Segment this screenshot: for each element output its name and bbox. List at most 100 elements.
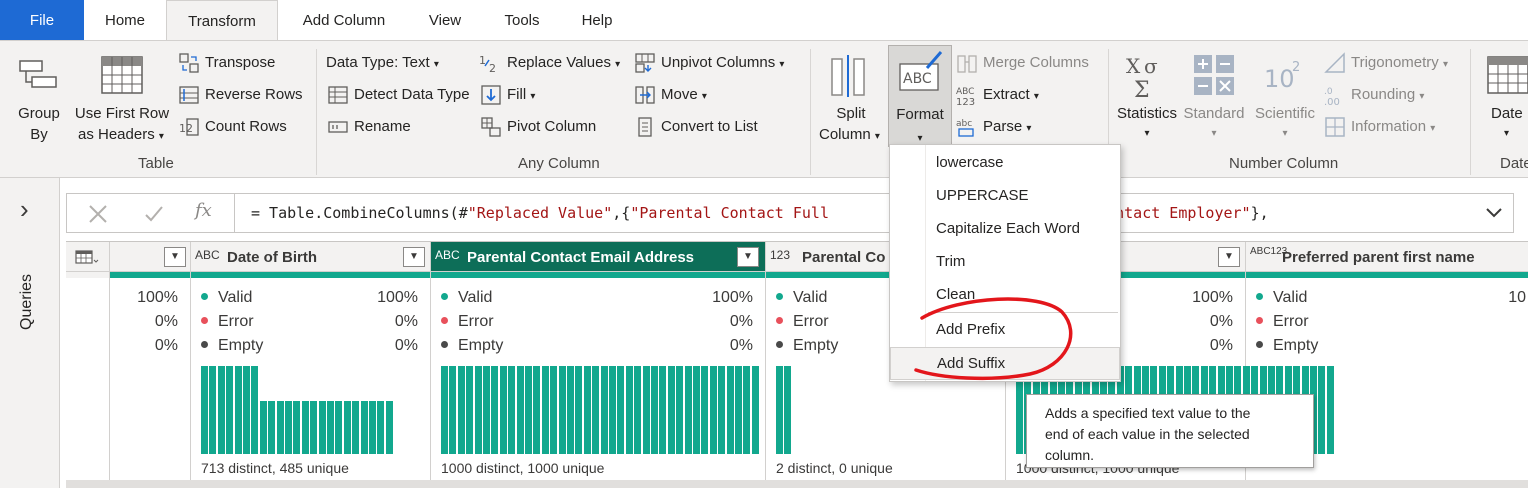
format-menu: lowercase UPPERCASE Capitalize Each Word… xyxy=(889,144,1121,382)
distribution-bar xyxy=(667,366,675,454)
queries-pane[interactable]: › xyxy=(0,178,60,488)
table-corner[interactable] xyxy=(66,242,110,488)
empty-dot-icon xyxy=(441,341,448,348)
distribution-bar xyxy=(693,366,700,454)
text-type-icon[interactable]: ABC xyxy=(435,248,460,262)
tab-transform[interactable]: Transform xyxy=(166,0,278,41)
menu-item-trim[interactable]: Trim xyxy=(890,245,1120,278)
number-type-icon[interactable]: 123 xyxy=(770,248,790,262)
chevron-down-icon: ▾ xyxy=(1282,128,1288,139)
chevron-down-icon: ▾ xyxy=(1144,128,1150,139)
scientific-label: Scientific xyxy=(1254,105,1316,122)
chevron-down-icon: ▾ xyxy=(701,91,707,102)
svg-text:Σ: Σ xyxy=(1134,78,1150,101)
pivot-column-label: Pivot Column xyxy=(507,118,597,135)
parse-icon: abc xyxy=(956,119,974,137)
move-label: Move ▾ xyxy=(661,86,707,103)
menu-item-add-suffix[interactable]: Add Suffix xyxy=(890,347,1120,380)
distribution-bar xyxy=(784,366,792,454)
distribution-bar xyxy=(600,366,608,454)
distribution-bar xyxy=(217,366,225,454)
column-header[interactable]: ▼ xyxy=(110,242,190,272)
empty-label: Empty xyxy=(776,337,838,355)
menu-item-lowercase[interactable]: lowercase xyxy=(890,146,1120,179)
distribution-bar xyxy=(327,401,334,454)
table-group-label: Table xyxy=(138,155,174,172)
convert-to-list-label: Convert to List xyxy=(661,118,758,135)
format-abc-icon: ABC xyxy=(899,51,943,91)
column-parental-contact-email[interactable]: ABC Parental Contact Email Address ▼ Val… xyxy=(431,242,766,488)
menu-item-uppercase[interactable]: UPPERCASE xyxy=(890,179,1120,212)
distribution-bar xyxy=(625,366,633,454)
detect-type-icon xyxy=(328,86,348,104)
format-label: Format xyxy=(896,106,944,123)
column-filter-button[interactable]: ▼ xyxy=(1218,247,1240,267)
format-button[interactable]: ABC Format ▾ xyxy=(888,45,952,147)
cancel-icon[interactable] xyxy=(87,203,109,225)
distribution-bar xyxy=(718,366,726,454)
svg-text:X: X xyxy=(1126,54,1141,78)
distribution-bar xyxy=(335,401,343,454)
distribution-bar xyxy=(659,366,667,454)
svg-text:ABC: ABC xyxy=(903,71,932,87)
check-icon[interactable] xyxy=(143,203,165,225)
valid-percent: 10 xyxy=(1508,289,1526,306)
distribution-bar xyxy=(293,401,301,454)
fx-icon[interactable]: fx xyxy=(195,200,212,221)
distribution-bar xyxy=(499,366,507,454)
column-filter-button[interactable]: ▼ xyxy=(164,247,186,267)
distribution-bar xyxy=(301,401,309,454)
tab-add-column[interactable]: Add Column xyxy=(284,0,404,40)
chevron-down-icon: ▾ xyxy=(1033,91,1039,102)
column-header-selected[interactable]: ABC Parental Contact Email Address ▼ xyxy=(431,242,765,272)
menu-item-clean[interactable]: Clean xyxy=(890,278,1120,311)
menu-item-capitalize-each-word[interactable]: Capitalize Each Word xyxy=(890,212,1120,245)
tab-file[interactable]: File xyxy=(0,0,84,40)
valid-dot-icon xyxy=(776,293,783,300)
valid-label: Valid xyxy=(776,289,827,307)
data-type-dropdown[interactable]: Data Type: Text ▾ xyxy=(326,54,439,74)
column-filter-button[interactable]: ▼ xyxy=(737,247,759,267)
table-menu-header[interactable] xyxy=(66,242,109,272)
valid-label: Valid xyxy=(201,289,252,307)
information-icon xyxy=(1325,117,1345,137)
distribution-bar xyxy=(360,401,368,454)
distribution-bar xyxy=(776,366,783,454)
distribution-bar xyxy=(466,366,474,454)
move-icon xyxy=(635,86,655,104)
svg-text:.0: .0 xyxy=(1324,87,1333,97)
split-column-label-1: Split xyxy=(836,105,866,122)
pivot-icon xyxy=(481,117,501,137)
valid-percent: 100% xyxy=(712,289,753,306)
text-type-icon[interactable]: ABC xyxy=(195,248,220,262)
error-percent: 0% xyxy=(729,313,753,330)
column-partial-left[interactable]: ▼ 100% 0% 0% xyxy=(110,242,191,488)
chevron-down-icon[interactable] xyxy=(1485,207,1503,219)
trigonometry-icon xyxy=(1324,52,1345,73)
any-type-icon[interactable]: ABC123 xyxy=(1250,246,1287,257)
group-by-label-2: By xyxy=(30,126,48,143)
error-dot-icon xyxy=(776,317,783,324)
chevron-right-icon[interactable]: › xyxy=(20,196,29,222)
distribution-bar xyxy=(457,366,465,454)
table-menu-icon[interactable] xyxy=(75,250,99,266)
group-by-icon xyxy=(19,60,57,88)
tab-view[interactable]: View xyxy=(410,0,480,40)
distribution-bar xyxy=(352,401,360,454)
column-header[interactable]: ABC123 Preferred parent first name xyxy=(1246,242,1528,272)
svg-text:123: 123 xyxy=(956,97,975,108)
extract-label: Extract ▾ xyxy=(983,86,1039,103)
column-date-of-birth[interactable]: ABC Date of Birth ▼ Valid Error Empty 10… xyxy=(191,242,431,488)
tab-tools[interactable]: Tools xyxy=(486,0,558,40)
tooltip-line: Adds a specified text value to the xyxy=(1045,405,1251,421)
column-title: Preferred parent first name xyxy=(1282,249,1475,266)
count-rows-icon: 12 xyxy=(179,118,199,136)
chevron-down-icon: ▾ xyxy=(530,91,536,102)
menu-item-add-prefix[interactable]: Add Prefix xyxy=(890,313,1120,346)
tab-help[interactable]: Help xyxy=(564,0,630,40)
column-filter-button[interactable]: ▼ xyxy=(403,247,425,267)
chevron-down-icon: ▾ xyxy=(1442,59,1449,70)
tab-home[interactable]: Home xyxy=(88,0,162,40)
column-header[interactable]: ABC Date of Birth ▼ xyxy=(191,242,430,272)
distribution-bar xyxy=(483,366,490,454)
